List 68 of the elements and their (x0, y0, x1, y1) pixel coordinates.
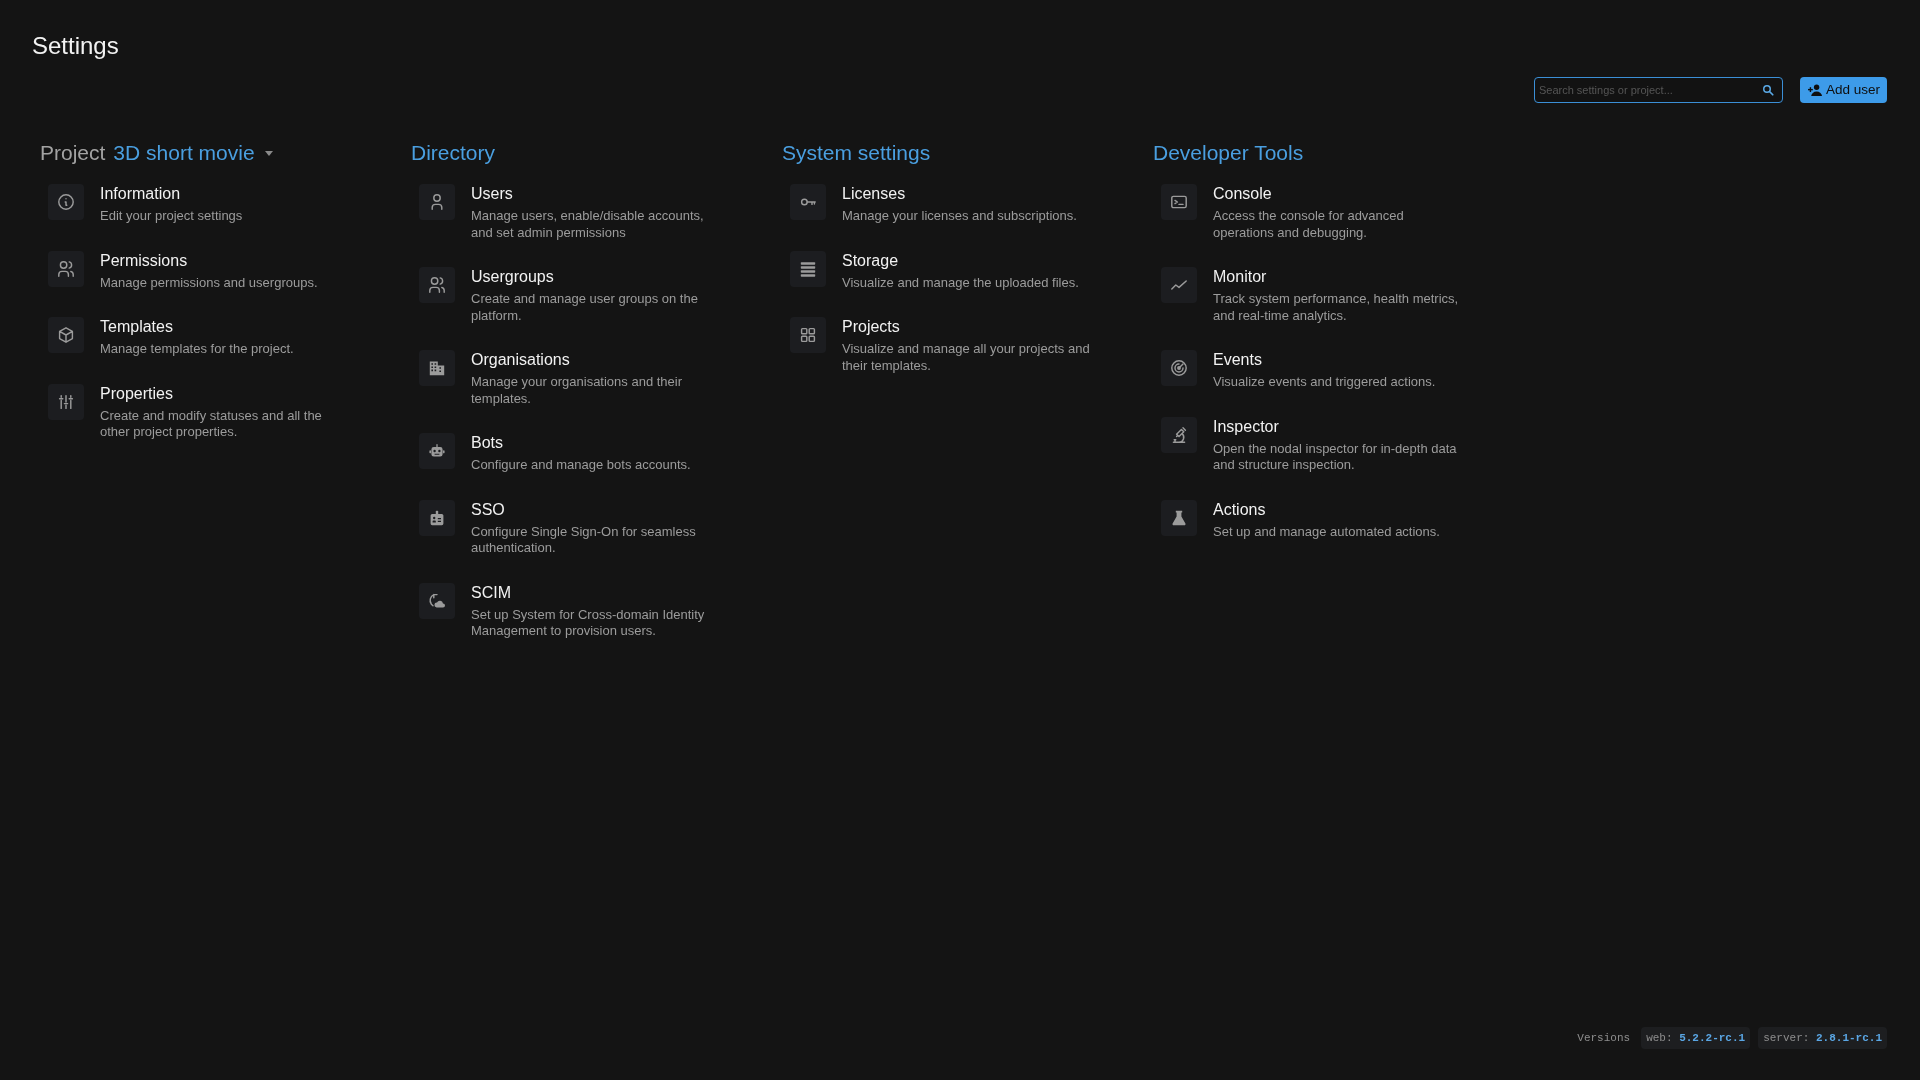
item-description: Manage your licenses and subscriptions. (842, 208, 1078, 225)
item-description: Edit your project settings (100, 208, 244, 225)
version-tag: web: 5.2.2-rc.1 (1641, 1026, 1751, 1049)
section-heading: Developer Tools (1153, 140, 1304, 166)
grid-icon (790, 317, 826, 353)
item-description: Visualize and manage the uploaded files. (842, 274, 1080, 291)
caret-icon (264, 150, 273, 156)
person-icon (419, 184, 455, 220)
item-title[interactable]: Console (1213, 184, 1272, 204)
item-title[interactable]: Users (471, 184, 513, 204)
cloud-sync-icon (419, 582, 455, 619)
versions-label: Versions (1577, 1030, 1631, 1046)
flask-icon (1161, 499, 1197, 536)
item-description: Open the nodal inspector for in-depth data and structure inspection. (1213, 440, 1458, 474)
target-icon (1161, 350, 1197, 386)
item-title[interactable]: Monitor (1213, 267, 1267, 287)
info-icon (48, 184, 84, 220)
item-title[interactable]: Bots (471, 433, 503, 453)
item-description: Set up and manage automated actions. (1213, 523, 1441, 540)
person-plus-icon (1807, 84, 1822, 96)
add-user-button[interactable]: Add user (1799, 77, 1887, 103)
item-title[interactable]: Templates (100, 317, 173, 337)
item-title[interactable]: SCIM (471, 582, 511, 603)
building-icon (419, 350, 455, 386)
search-field[interactable]: Search settings or project... (1533, 77, 1783, 103)
version-tag: server: 2.8.1-rc.1 (1758, 1026, 1887, 1049)
item-description: Visualize events and triggered actions. (1213, 374, 1437, 391)
item-title[interactable]: Storage (842, 250, 899, 271)
item-description: Manage permissions and usergroups. (100, 274, 319, 291)
item-description: Manage your organisations and their templates. (471, 374, 684, 407)
item-title[interactable]: Organisations (471, 350, 570, 370)
microscope-icon (1161, 416, 1197, 453)
item-description: Track system performance, health metrics, and real-time analytics. (1213, 291, 1460, 324)
item-title[interactable]: Information (100, 184, 181, 204)
sliders-icon (48, 383, 84, 420)
terminal-icon (1161, 184, 1197, 220)
section-label: Project (40, 140, 106, 166)
item-title[interactable]: Inspector (1213, 416, 1279, 437)
robot-icon (419, 433, 455, 469)
project-selector[interactable]: 3D short movie (113, 140, 273, 166)
page-title: Settings (32, 31, 120, 60)
section-heading: Directory (411, 140, 495, 166)
item-title[interactable]: Usergroups (471, 267, 554, 287)
section-heading: System settings (782, 140, 931, 166)
item-title[interactable]: Properties (100, 383, 173, 404)
stacked-rows-icon (790, 250, 826, 287)
two-people-icon (48, 250, 84, 287)
cube-icon (48, 317, 84, 353)
item-description: Manage users, enable/disable accounts, and set admin permissions (471, 208, 705, 241)
two-people-icon (419, 267, 455, 303)
item-description: Visualize and manage all your projects and their templates. (842, 341, 1091, 374)
item-description: Set up System for Cross-domain Identity Management to provision users. (471, 606, 706, 640)
id-badge-icon (419, 499, 455, 536)
item-description: Create and manage user groups on the platform. (471, 291, 699, 324)
item-description: Configure Single Sign-On for seamless authentication. (471, 523, 697, 557)
item-description: Manage templates for the project. (100, 341, 295, 358)
item-title[interactable]: Projects (842, 317, 900, 337)
search-icon (1761, 84, 1774, 96)
item-description: Create and modify statuses and all the other project properties. (100, 407, 323, 441)
line-chart-icon (1161, 267, 1197, 303)
item-description: Access the console for advanced operations and debugging. (1213, 208, 1405, 241)
item-title[interactable]: Actions (1213, 499, 1266, 520)
item-description: Configure and manage bots accounts. (471, 457, 692, 474)
item-title[interactable]: Permissions (100, 250, 188, 271)
item-title[interactable]: Licenses (842, 184, 906, 204)
item-title[interactable]: SSO (471, 499, 505, 520)
key-icon (790, 184, 826, 220)
item-title[interactable]: Events (1213, 350, 1262, 370)
